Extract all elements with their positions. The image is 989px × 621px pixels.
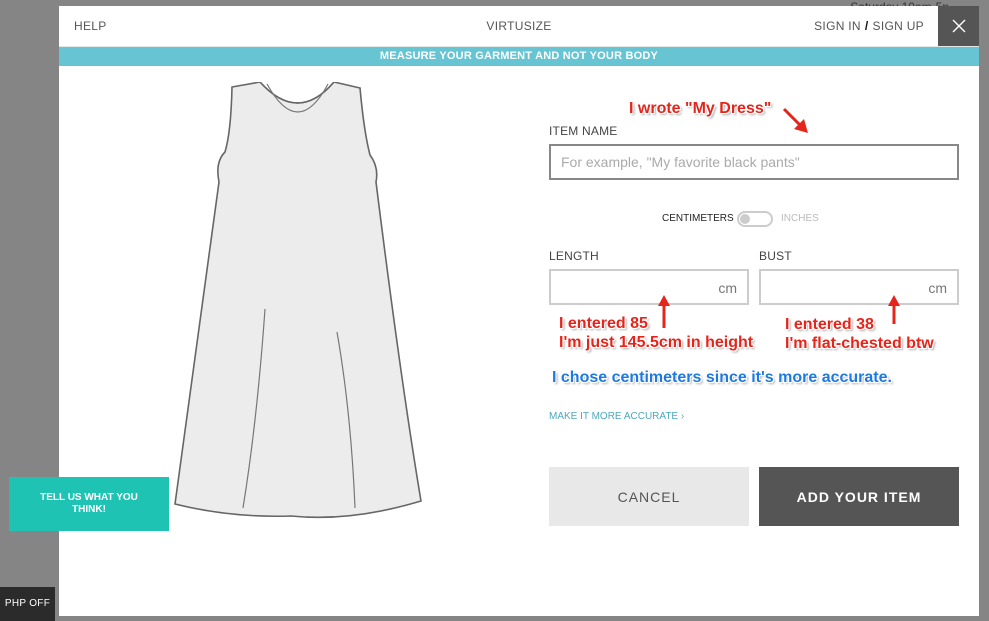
php-badge[interactable]: PHP OFF — [0, 587, 55, 621]
sign-up-link[interactable]: SIGN UP — [873, 19, 924, 33]
feedback-button[interactable]: TELL US WHAT YOU THINK! — [9, 477, 169, 531]
auth-separator: / — [864, 19, 869, 33]
auth-links: SIGN IN / SIGN UP — [814, 19, 924, 33]
annotation-length-2: I'm just 145.5cm in height — [559, 334, 754, 351]
annotation-bust-1: I entered 38 — [785, 316, 874, 333]
bust-unit: cm — [928, 280, 947, 296]
inches-option[interactable]: INCHES — [781, 213, 819, 224]
annotation-arrow-icon — [658, 295, 670, 328]
sign-in-link[interactable]: SIGN IN — [814, 19, 861, 33]
help-link[interactable]: HELP — [74, 19, 107, 33]
item-name-label: ITEM NAME — [549, 124, 618, 138]
unit-toggle-switch[interactable] — [737, 211, 773, 227]
annotation-units: I chose centimeters since it's more accu… — [552, 369, 892, 386]
cancel-button[interactable]: CANCEL — [549, 467, 749, 526]
close-icon — [952, 19, 965, 33]
bust-field[interactable]: cm — [759, 269, 959, 305]
length-unit: cm — [718, 280, 737, 296]
length-field[interactable]: cm — [549, 269, 749, 305]
make-more-accurate-link[interactable]: MAKE IT MORE ACCURATE › — [549, 411, 684, 422]
centimeters-option[interactable]: CENTIMETERS — [662, 213, 734, 224]
modal-header: HELP VIRTUSIZE SIGN IN / SIGN UP — [59, 6, 979, 47]
item-name-input[interactable] — [549, 144, 959, 180]
annotation-bust-2: I'm flat-chested btw — [785, 335, 934, 352]
instruction-banner: MEASURE YOUR GARMENT AND NOT YOUR BODY — [59, 47, 979, 66]
close-button[interactable] — [938, 6, 979, 46]
toggle-knob — [740, 214, 750, 224]
add-item-button[interactable]: ADD YOUR ITEM — [759, 467, 959, 526]
annotation-length-1: I entered 85 — [559, 315, 648, 332]
length-input[interactable] — [557, 271, 701, 303]
annotation-arrow-icon — [888, 295, 900, 324]
bust-label: BUST — [759, 249, 792, 263]
annotation-item-name: I wrote "My Dress" — [629, 100, 772, 117]
dress-illustration-icon — [174, 82, 422, 519]
annotation-arrow-icon — [782, 107, 808, 133]
add-item-modal: HELP VIRTUSIZE SIGN IN / SIGN UP MEASURE Y… — [59, 6, 979, 616]
length-label: LENGTH — [549, 249, 599, 263]
